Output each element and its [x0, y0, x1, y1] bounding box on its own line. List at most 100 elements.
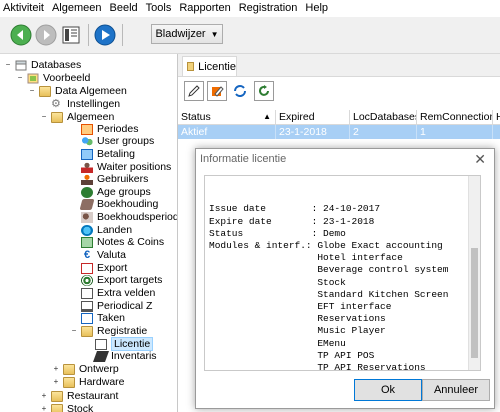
navigation-tree: − Databases − Voorbeeld − Data Algemeen … — [0, 54, 178, 412]
pencil-icon — [188, 85, 200, 97]
license-info-text[interactable]: Issue date : 24-10-2017 Expire date : 23-… — [204, 175, 481, 371]
scrollbar-thumb[interactable] — [471, 248, 478, 358]
tree-label: Registratie — [97, 325, 148, 337]
tree-node-algemeen[interactable]: − Algemeen — [40, 111, 115, 123]
tree-node-instellingen[interactable]: ⚙ Instellingen — [51, 98, 120, 110]
bookmark-dropdown[interactable]: Bladwijzer ▼ — [151, 24, 223, 44]
tree-node-taken[interactable]: Taken — [81, 312, 125, 324]
license-grid: Status ▲ Expired LocDatabases RemConnect… — [178, 110, 500, 139]
toolbar — [0, 18, 500, 54]
tree-label: Gebruikers — [97, 173, 149, 185]
tree-node-notes-coins[interactable]: Notes & Coins — [81, 236, 164, 248]
ok-button[interactable]: Ok — [354, 379, 422, 401]
vertical-scrollbar[interactable] — [468, 176, 480, 370]
tree-node-export-targets[interactable]: Export targets — [81, 274, 162, 286]
tree-node-voorbeeld[interactable]: − Voorbeeld — [16, 72, 91, 84]
refresh-button[interactable] — [254, 81, 274, 101]
tab-strip: Licentie — [178, 54, 500, 77]
collapse-icon[interactable]: − — [4, 61, 12, 69]
menu-registration[interactable]: Registration — [235, 0, 302, 17]
euro-icon: € — [83, 248, 91, 261]
tree-node-data-algemeen[interactable]: − Data Algemeen — [28, 85, 127, 97]
menu-help[interactable]: Help — [301, 0, 332, 17]
tree-node-landen[interactable]: Landen — [81, 224, 132, 236]
cell-locdatabases: 2 — [350, 125, 417, 139]
tree-node-ontwerp[interactable]: + Ontwerp — [52, 363, 119, 375]
edit-record-button[interactable] — [207, 81, 227, 101]
column-label: RemConnections — [420, 111, 493, 123]
tree-node-stock[interactable]: + Stock — [40, 403, 93, 412]
tree-node-gebruikers[interactable]: Gebruikers — [81, 173, 148, 185]
cell-expired: 23-1-2018 — [276, 125, 350, 139]
tree-label: Waiter positions — [97, 161, 172, 173]
table-row[interactable]: Aktief 23-1-2018 2 1 — [178, 125, 500, 139]
ledger-icon — [79, 198, 95, 210]
license-info-line: EFT interface — [209, 301, 392, 313]
database-icon — [15, 60, 27, 70]
tree-node-boekhoudsperioden[interactable]: Boekhoudsperioden — [81, 211, 177, 223]
tree-label-selected: Licentie — [111, 337, 154, 351]
period-icon — [81, 123, 93, 135]
tree-label: Boekhouding — [97, 198, 159, 210]
tree-node-licentie[interactable]: Licentie — [95, 337, 154, 351]
tree-node-boekhouding[interactable]: Boekhouding — [79, 198, 159, 210]
tree-node-periodical-z[interactable]: Periodical Z — [81, 300, 152, 312]
cancel-button[interactable]: Annuleer — [422, 379, 490, 401]
tree-node-databases[interactable]: − Databases — [4, 59, 82, 71]
tree-label: Databases — [31, 59, 82, 71]
grid-header: Status ▲ Expired LocDatabases RemConnect… — [178, 110, 500, 125]
license-info-line: TP API POS — [209, 349, 375, 361]
edit-button[interactable] — [184, 81, 204, 101]
column-header-status[interactable]: Status ▲ — [178, 110, 276, 124]
run-icon[interactable] — [94, 24, 116, 46]
tree-node-registratie[interactable]: − Registratie — [70, 325, 148, 337]
license-info-line: Expire date : 23-1-2018 — [209, 215, 375, 227]
column-header-remconnections[interactable]: RemConnections — [417, 110, 493, 124]
expand-icon[interactable]: + — [52, 365, 60, 373]
forward-icon[interactable] — [35, 24, 57, 46]
menu-tools[interactable]: Tools — [142, 0, 176, 17]
collapse-icon[interactable]: − — [16, 74, 24, 82]
back-icon[interactable] — [10, 24, 32, 46]
tree-node-hardware[interactable]: + Hardware — [52, 376, 125, 388]
panels-icon[interactable] — [60, 24, 82, 46]
close-icon[interactable]: ✕ — [474, 151, 486, 168]
user-icon — [81, 173, 93, 185]
collapse-icon[interactable]: − — [40, 113, 48, 121]
expand-icon[interactable]: + — [40, 392, 48, 400]
tree-node-waiter-positions[interactable]: Waiter positions — [81, 161, 171, 173]
tree-node-extra-velden[interactable]: Extra velden — [81, 287, 155, 299]
tree-node-age-groups[interactable]: Age groups — [81, 186, 151, 198]
license-icon — [95, 338, 107, 350]
column-header-expired[interactable]: Expired — [276, 110, 350, 124]
collapse-icon[interactable]: − — [70, 327, 78, 335]
tree-node-restaurant[interactable]: + Restaurant — [40, 390, 119, 402]
menu-aktiviteit[interactable]: Aktiviteit — [0, 0, 48, 17]
cell-status: Aktief — [178, 125, 276, 139]
menu-beeld[interactable]: Beeld — [106, 0, 142, 17]
tree-node-betaling[interactable]: Betaling — [81, 148, 135, 160]
tree-label: Algemeen — [67, 111, 115, 123]
license-info-line: Stock — [209, 276, 346, 288]
menu-algemeen[interactable]: Algemeen — [48, 0, 106, 17]
license-info-dialog: Informatie licentie ✕ Issue date : 24-10… — [195, 148, 495, 409]
tab-licentie[interactable]: Licentie — [182, 56, 237, 76]
license-info-line: EMenu — [209, 337, 346, 349]
globe-icon — [81, 224, 93, 236]
tree-node-export[interactable]: Export — [81, 262, 127, 274]
tree-label: Export — [97, 262, 128, 274]
folder-icon — [51, 403, 63, 412]
menu-rapporten[interactable]: Rapporten — [175, 0, 234, 17]
expand-icon[interactable]: + — [52, 378, 60, 386]
sync-button[interactable] — [230, 81, 250, 101]
report-icon — [81, 300, 93, 312]
tree-label: Taken — [97, 312, 126, 324]
tree-node-inventaris[interactable]: Inventaris — [92, 350, 157, 362]
tree-node-valuta[interactable]: € Valuta — [81, 249, 126, 261]
collapse-icon[interactable]: − — [28, 87, 36, 95]
expand-icon[interactable]: + — [40, 405, 48, 412]
tree-node-user-groups[interactable]: User groups — [81, 135, 154, 147]
tree-node-periodes[interactable]: Periodes — [81, 123, 138, 135]
column-header-h[interactable]: H — [493, 110, 500, 124]
column-header-locdatabases[interactable]: LocDatabases — [350, 110, 417, 124]
